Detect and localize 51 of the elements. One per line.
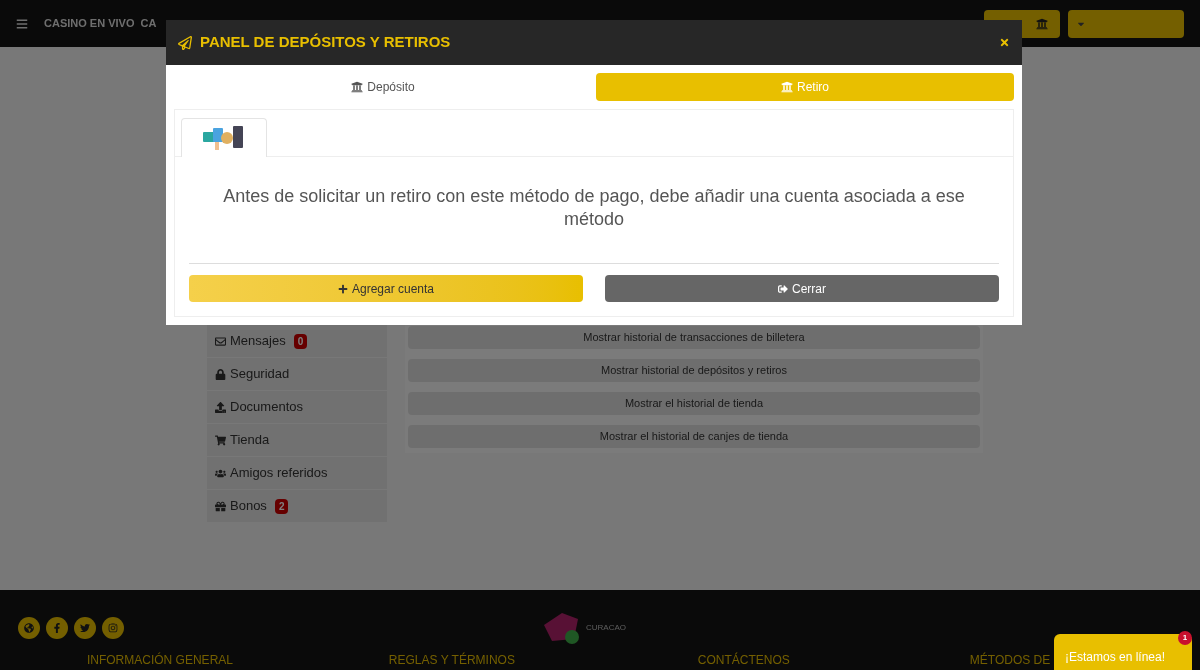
twitter-icon[interactable] bbox=[74, 617, 96, 639]
method-tab[interactable] bbox=[181, 118, 267, 157]
footer-heading: MÉTODOS DE bbox=[969, 651, 1051, 669]
bank-icon bbox=[351, 81, 364, 93]
modal-title: PANEL DE DEPÓSITOS Y RETIROS bbox=[200, 32, 452, 53]
lock-icon bbox=[215, 368, 226, 380]
sidebar-item[interactable]: Tienda bbox=[207, 424, 387, 456]
close-button[interactable]: Cerrar bbox=[605, 275, 999, 302]
sidebar-label: Documentos bbox=[230, 398, 303, 417]
chat-label: ¡Estamos en línea! bbox=[1065, 650, 1166, 664]
instagram-icon[interactable] bbox=[102, 617, 124, 639]
account-button[interactable] bbox=[1068, 9, 1184, 38]
facebook-icon[interactable] bbox=[46, 617, 68, 639]
footer-heading: REGLAS Y TÉRMINOS bbox=[388, 651, 515, 669]
sidebar-item[interactable]: Amigos referidos bbox=[207, 457, 387, 489]
menu-icon[interactable] bbox=[16, 17, 28, 30]
license-logo-icon bbox=[542, 611, 582, 645]
history-button[interactable]: Mostrar el historial de canjes de tienda bbox=[408, 425, 980, 448]
license-label: CURACAO bbox=[586, 622, 626, 634]
close-icon[interactable] bbox=[999, 37, 1010, 48]
footer-heading: CONTÁCTENOS bbox=[697, 651, 790, 669]
upload-icon bbox=[215, 401, 226, 413]
gift-icon bbox=[215, 500, 226, 512]
envelope-icon bbox=[215, 335, 226, 347]
paper-plane-icon bbox=[178, 35, 192, 50]
history-button[interactable]: Mostrar historial de depósitos y retiros bbox=[408, 359, 980, 382]
sidebar-item[interactable]: Bonos 2 bbox=[207, 490, 387, 522]
sidebar-label: Tienda bbox=[230, 431, 270, 450]
plus-icon bbox=[337, 283, 348, 294]
sidebar-item[interactable]: Mensajes 0 bbox=[207, 325, 387, 357]
sign-out-icon bbox=[778, 283, 788, 294]
history-button[interactable]: Mostrar historial de transacciones de billetera bbox=[408, 326, 980, 349]
nav-link[interactable]: CA bbox=[140, 15, 157, 32]
sidebar-label: Mensajes bbox=[230, 332, 286, 351]
add-account-button[interactable]: Agregar cuenta bbox=[189, 275, 583, 302]
message-text: Antes de solicitar un retiro con este método de pago, debe añadir una cuenta asociada a ese método bbox=[222, 185, 966, 231]
bank-icon bbox=[1036, 17, 1048, 30]
sidebar-label: Bonos bbox=[230, 497, 267, 516]
history-button[interactable]: Mostrar el historial de tienda bbox=[408, 392, 980, 415]
globe-icon[interactable] bbox=[18, 617, 40, 639]
users-icon bbox=[215, 467, 226, 479]
bank-icon bbox=[781, 81, 793, 93]
nav-link[interactable]: CASINO EN VIVO bbox=[44, 15, 135, 32]
sidebar-item[interactable]: Seguridad bbox=[207, 358, 387, 390]
count-badge: 0 bbox=[293, 333, 308, 349]
footer-heading: INFORMACIÓN GENERAL bbox=[86, 651, 233, 669]
sidebar-item[interactable]: Documentos bbox=[207, 391, 387, 423]
sidebar-label: Seguridad bbox=[230, 365, 290, 384]
cart-icon bbox=[215, 434, 226, 446]
count-badge: 2 bbox=[274, 498, 289, 514]
sidebar-label: Amigos referidos bbox=[230, 464, 328, 483]
